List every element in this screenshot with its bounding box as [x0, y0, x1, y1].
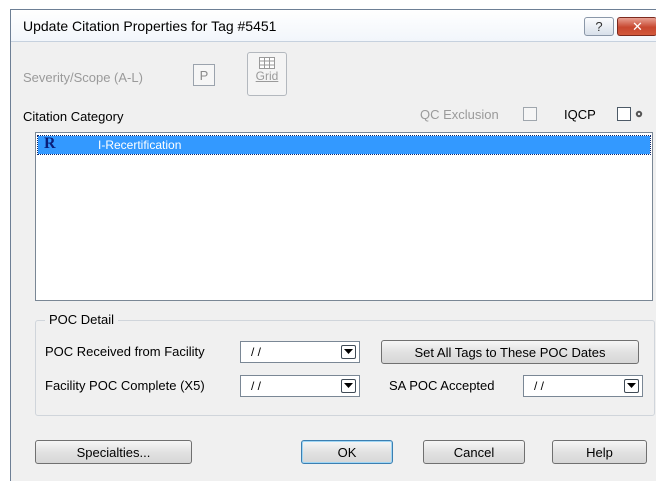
facility-poc-complete-label: Facility POC Complete (X5) [45, 378, 205, 393]
chevron-down-icon[interactable] [341, 379, 356, 393]
iqcp-label: IQCP [564, 107, 596, 122]
dialog-window: Update Citation Properties for Tag #5451… [10, 9, 656, 481]
severity-field[interactable]: P [193, 64, 215, 86]
chevron-down-icon[interactable] [341, 345, 356, 359]
sa-poc-accepted-value: / / [534, 379, 545, 393]
window-title: Update Citation Properties for Tag #5451 [23, 18, 277, 34]
poc-detail-title: POC Detail [45, 312, 119, 327]
cancel-label: Cancel [453, 444, 495, 460]
chevron-down-icon[interactable] [624, 379, 639, 393]
facility-poc-complete-dropdown[interactable]: / / [240, 375, 360, 397]
title-help-button[interactable]: ? [584, 17, 614, 36]
citation-category-list[interactable]: R I-Recertification [35, 132, 653, 301]
help-button[interactable]: Help [552, 440, 647, 464]
ok-button[interactable]: OK [301, 440, 393, 464]
title-bar: Update Citation Properties for Tag #5451… [11, 10, 656, 42]
close-icon: ✕ [632, 18, 643, 34]
poc-received-label: POC Received from Facility [45, 344, 205, 359]
severity-value: P [199, 67, 209, 83]
specialties-button[interactable]: Specialties... [35, 440, 192, 464]
citation-category-label: Citation Category [23, 109, 124, 124]
poc-received-value: / / [251, 345, 262, 359]
cancel-button[interactable]: Cancel [423, 440, 525, 464]
poc-received-dropdown[interactable]: / / [240, 341, 360, 363]
help-label: Help [586, 444, 613, 460]
iqcp-checkbox[interactable] [617, 107, 631, 121]
specialties-label: Specialties... [76, 444, 151, 460]
set-all-poc-dates-button[interactable]: Set All Tags to These POC Dates [381, 340, 639, 364]
recertification-icon: R [44, 135, 56, 152]
facility-poc-complete-value: / / [251, 379, 262, 393]
grid-button[interactable]: Grid [247, 52, 287, 96]
poc-detail-group [35, 320, 655, 416]
sa-poc-accepted-dropdown[interactable]: / / [523, 375, 643, 397]
qc-exclusion-label: QC Exclusion [420, 107, 499, 122]
grid-icon [259, 57, 275, 69]
question-icon: ? [595, 19, 603, 34]
small-gear-icon [635, 110, 643, 118]
ok-label: OK [337, 444, 357, 460]
grid-button-label: Grid [255, 69, 279, 83]
sa-poc-accepted-label: SA POC Accepted [389, 378, 495, 393]
list-item-label: I-Recertification [98, 138, 182, 152]
list-item-i-recertification[interactable]: R I-Recertification [37, 135, 651, 155]
severity-label: Severity/Scope (A-L) [23, 70, 143, 85]
set-all-poc-dates-label: Set All Tags to These POC Dates [414, 344, 606, 360]
close-button[interactable]: ✕ [617, 17, 656, 36]
qc-exclusion-checkbox[interactable] [523, 107, 537, 121]
